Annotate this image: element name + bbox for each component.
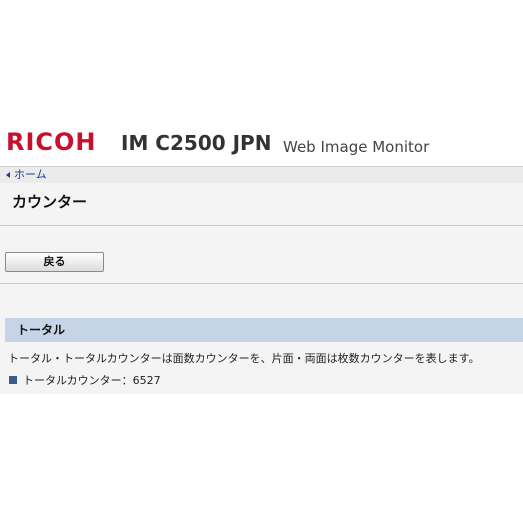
header: RICOH IM C2500 JPN Web Image Monitor bbox=[0, 128, 523, 158]
breadcrumb-home-link[interactable]: ホーム bbox=[6, 168, 47, 182]
button-area: 戻る bbox=[0, 226, 523, 284]
product-name: Web Image Monitor bbox=[283, 138, 430, 156]
chevron-left-icon bbox=[6, 172, 10, 178]
content-area: トータル トータル・トータルカウンターは面数カウンターを、片面・両面は枚数カウン… bbox=[0, 284, 523, 394]
back-button[interactable]: 戻る bbox=[5, 252, 104, 272]
counter-label: トータルカウンター bbox=[23, 374, 122, 387]
model-name: IM C2500 JPN bbox=[121, 131, 272, 155]
title-area: カウンター bbox=[0, 183, 523, 226]
page: RICOH IM C2500 JPN Web Image Monitor ホーム… bbox=[0, 0, 523, 523]
square-bullet-icon bbox=[9, 376, 17, 384]
breadcrumb: ホーム bbox=[0, 166, 523, 184]
counter-separator: ： bbox=[121, 374, 133, 387]
counter-row: トータルカウンター：6527 bbox=[9, 373, 161, 388]
page-title: カウンター bbox=[12, 193, 88, 211]
section-description: トータル・トータルカウンターは面数カウンターを、片面・両面は枚数カウンターを表し… bbox=[8, 352, 480, 365]
breadcrumb-home-label: ホーム bbox=[14, 168, 47, 181]
section-header: トータル bbox=[5, 318, 523, 342]
counter-value: 6527 bbox=[132, 374, 161, 387]
section-title: トータル bbox=[17, 323, 66, 337]
ricoh-logo: RICOH bbox=[6, 128, 97, 156]
